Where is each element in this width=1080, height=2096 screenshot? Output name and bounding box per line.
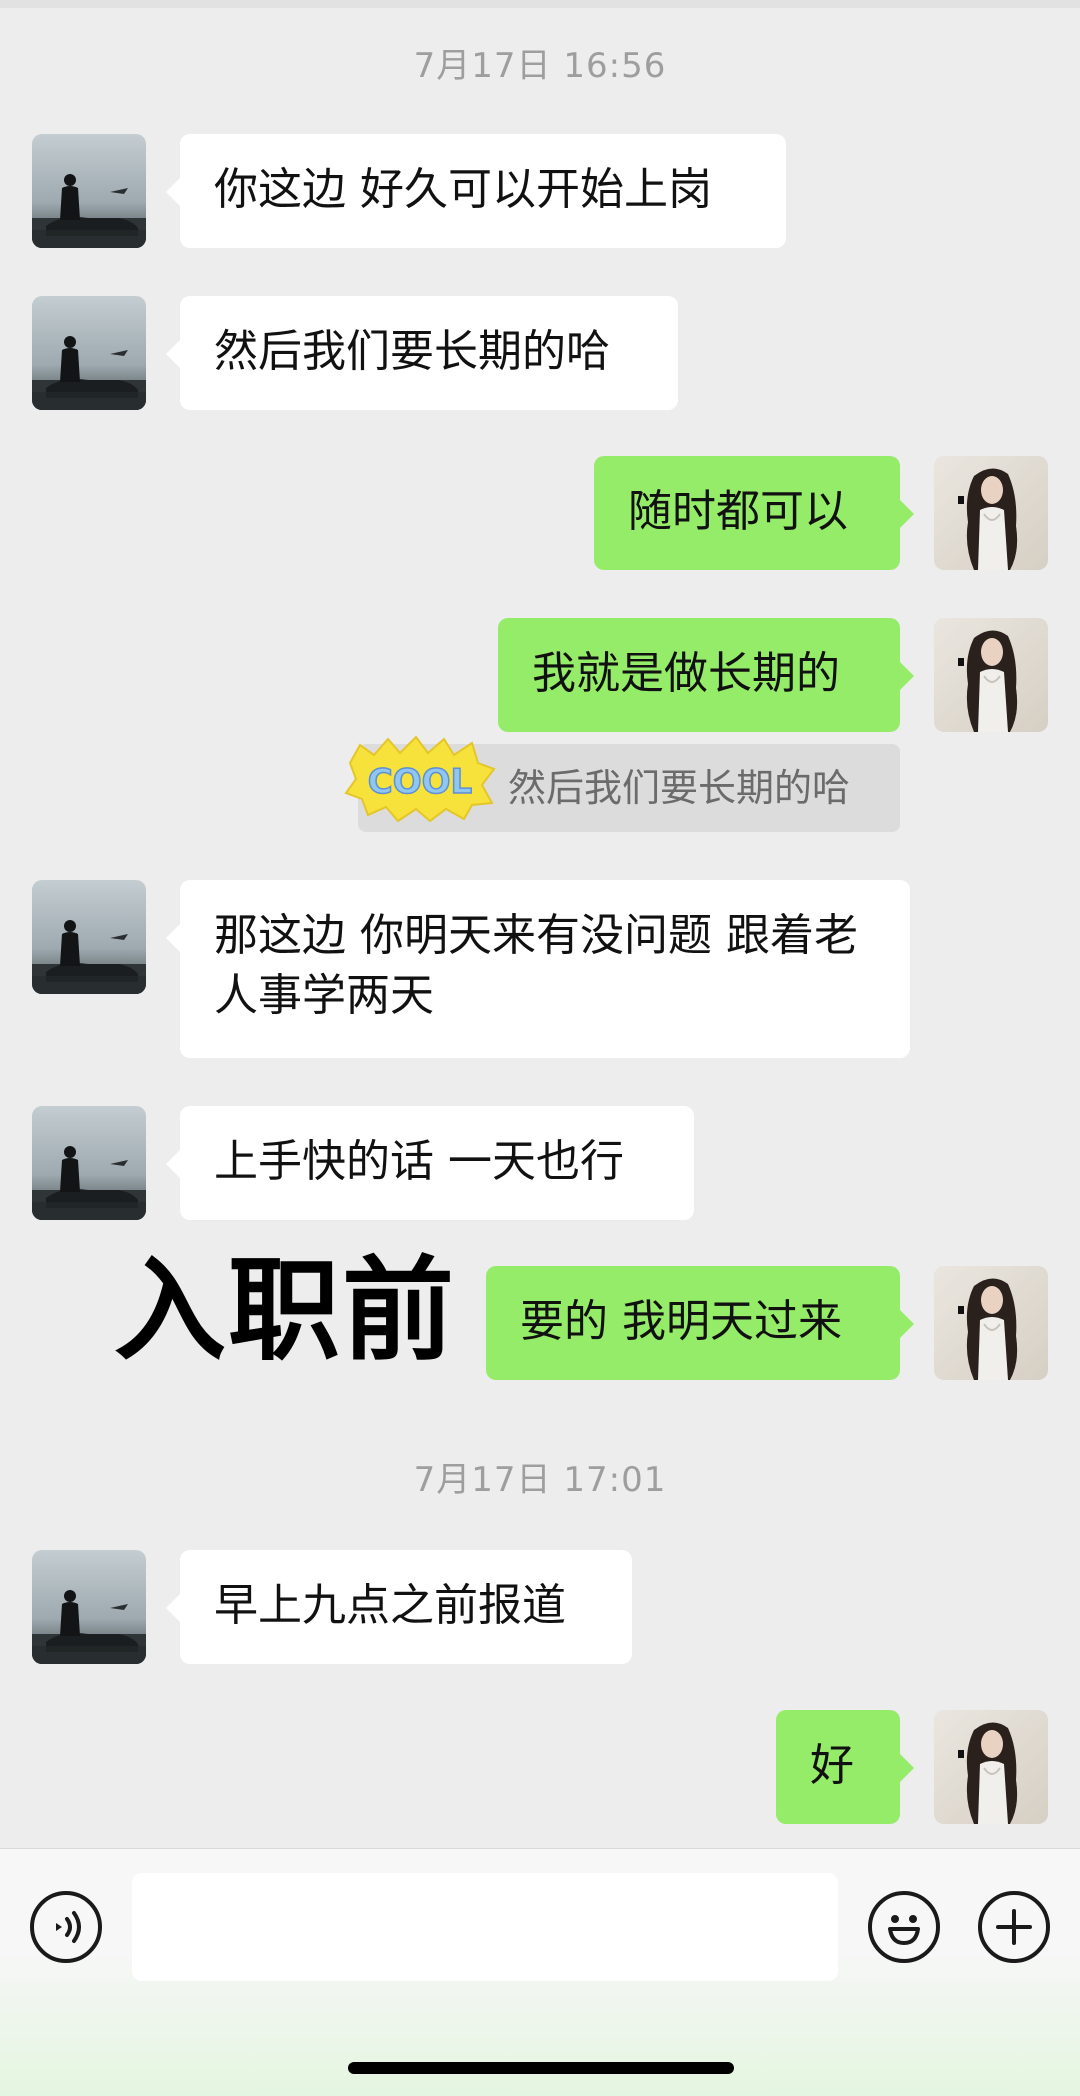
contact-avatar[interactable] xyxy=(32,880,146,994)
message-text: 然后我们要长期的哈 xyxy=(214,326,610,377)
timestamp: 7月17日 16:56 xyxy=(413,46,667,86)
message-text: 我就是做长期的 xyxy=(532,648,840,699)
incoming-message[interactable]: 早上九点之前报道 xyxy=(166,1550,632,1664)
voice-button[interactable] xyxy=(30,1891,102,1963)
top-divider xyxy=(0,0,1080,8)
incoming-message[interactable]: 那这边 你明天来有没问题 跟着老 人事学两天 xyxy=(166,880,910,1058)
message-text: 早上九点之前报道 xyxy=(214,1580,566,1631)
message-text: 好 xyxy=(810,1740,854,1791)
incoming-message[interactable]: 上手快的话 一天也行 xyxy=(166,1106,694,1220)
message-input[interactable] xyxy=(132,1873,838,1981)
cool-sticker-icon: COOL xyxy=(344,735,496,823)
message-text: 上手快的话 一天也行 xyxy=(214,1136,624,1187)
incoming-message[interactable]: 然后我们要长期的哈 xyxy=(166,296,678,410)
message-text: 要的 我明天过来 xyxy=(520,1296,842,1347)
input-bar xyxy=(0,1848,1080,2096)
plus-icon xyxy=(996,1909,1032,1945)
message-text: 那这边 你明天来有没问题 跟着老 人事学两天 xyxy=(214,910,858,1021)
outgoing-message[interactable]: 要的 我明天过来 xyxy=(486,1266,914,1380)
outgoing-message[interactable]: 随时都可以 xyxy=(594,456,914,570)
outgoing-message[interactable]: 我就是做长期的 xyxy=(498,618,914,732)
chat-screen: 7月17日 16:56 你这边 好久可以开始上岗 然后我们要长期的哈 随时都可以… xyxy=(0,0,1080,2096)
sticker-label: COOL xyxy=(368,762,472,802)
quoted-text: 然后我们要长期的哈 xyxy=(508,766,851,810)
contact-avatar[interactable] xyxy=(32,1550,146,1664)
plus-button[interactable] xyxy=(978,1891,1050,1963)
incoming-message[interactable]: 你这边 好久可以开始上岗 xyxy=(166,134,786,248)
emoji-button[interactable] xyxy=(868,1891,940,1963)
contact-avatar[interactable] xyxy=(32,1106,146,1220)
outgoing-message[interactable]: 好 xyxy=(776,1710,914,1824)
timestamp: 7月17日 17:01 xyxy=(413,1460,667,1500)
contact-avatar[interactable] xyxy=(32,296,146,410)
user-avatar[interactable] xyxy=(934,456,1048,570)
home-indicator[interactable] xyxy=(348,2062,734,2074)
message-text: 随时都可以 xyxy=(628,486,848,537)
emoji-icon xyxy=(888,1915,920,1945)
contact-avatar[interactable] xyxy=(32,134,146,248)
user-avatar[interactable] xyxy=(934,1266,1048,1380)
user-avatar[interactable] xyxy=(934,618,1048,732)
voice-icon xyxy=(56,1911,81,1943)
message-text: 你这边 好久可以开始上岗 xyxy=(214,164,712,215)
overlay-title: 入职前 xyxy=(114,1246,456,1376)
user-avatar[interactable] xyxy=(934,1710,1048,1824)
